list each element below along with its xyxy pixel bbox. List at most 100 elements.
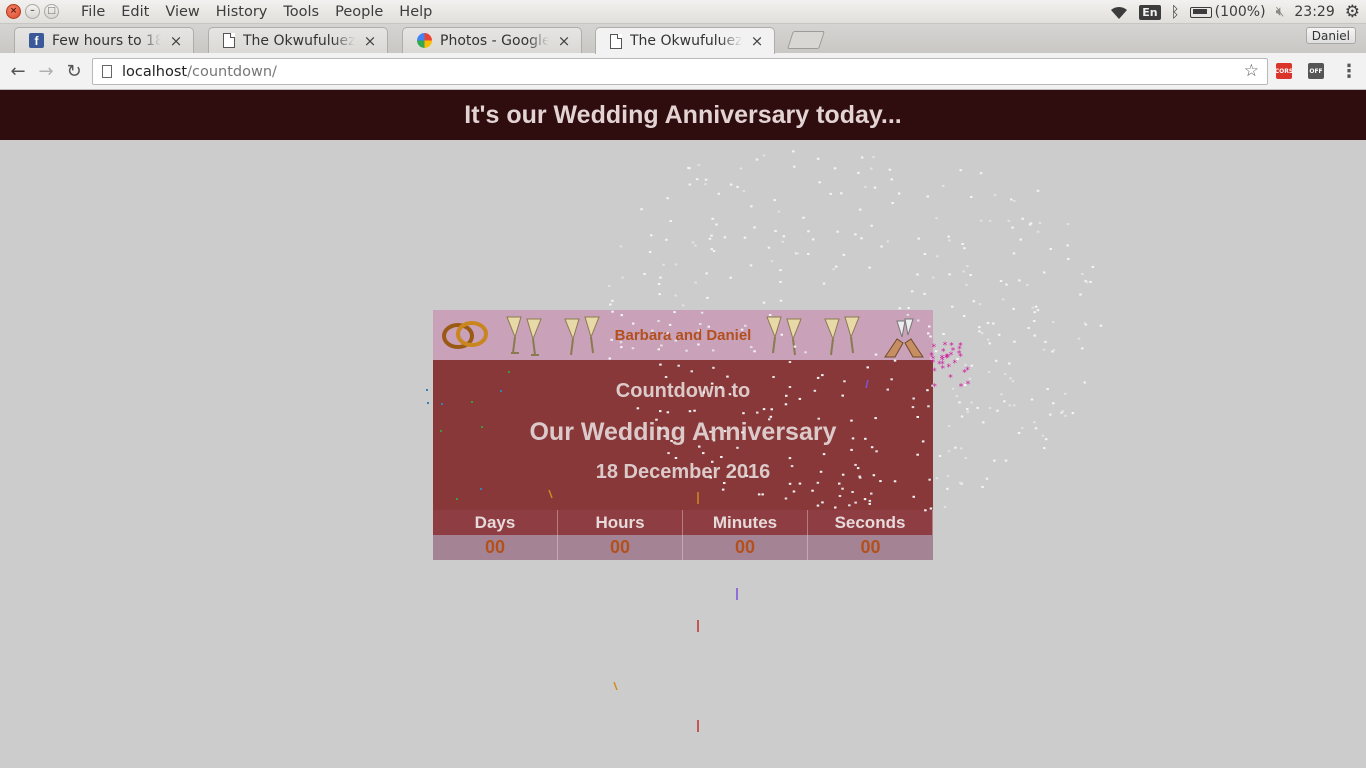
tab-close-icon[interactable]: × (750, 32, 764, 50)
svg-text:*: * (962, 369, 967, 379)
url-path: /countdown/ (187, 63, 277, 80)
minutes-header: Minutes (683, 510, 808, 535)
battery-icon (1189, 6, 1212, 18)
menu-view[interactable]: View (157, 4, 207, 20)
window-maximize-button[interactable]: □ (44, 4, 59, 19)
countdown-table: Days Hours Minutes Seconds 00 00 00 00 (433, 510, 933, 560)
couple-names: Barbara and Daniel (614, 326, 752, 344)
address-bar[interactable]: localhost/countdown/ ☆ (92, 58, 1268, 85)
menu-history[interactable]: History (208, 4, 276, 20)
bluetooth-icon[interactable]: ᛒ (1171, 3, 1180, 21)
svg-text:*: * (940, 356, 945, 366)
countdown-card: Barbara and Daniel Countdown to Our Wedd… (433, 310, 933, 560)
hours-header: Hours (558, 510, 683, 535)
svg-text:*: * (937, 360, 942, 370)
battery-indicator[interactable]: (100%) (1189, 4, 1266, 20)
clock[interactable]: 23:29 (1294, 4, 1334, 20)
svg-text:*: * (940, 354, 945, 364)
tab-title: Photos - Google Photos (440, 32, 549, 49)
facebook-icon: f (29, 33, 44, 48)
page-banner: It's our Wedding Anniversary today... (0, 90, 1366, 140)
bookmark-star-icon[interactable]: ☆ (1244, 61, 1259, 81)
svg-text:*: * (949, 351, 954, 361)
tab-close-icon[interactable]: × (363, 32, 377, 50)
profile-button[interactable]: Daniel (1305, 27, 1356, 44)
svg-text:*: * (941, 365, 946, 375)
menu-people[interactable]: People (327, 4, 391, 20)
forward-arrow-icon[interactable]: → (33, 58, 59, 84)
menu-kebab-icon[interactable]: ⋮ (1340, 61, 1358, 82)
champagne-glasses-icon (506, 316, 542, 356)
svg-text:*: * (965, 366, 970, 376)
keyboard-layout-indicator[interactable]: En (1139, 4, 1161, 20)
os-top-panel: × – □ File Edit View History Tools Peopl… (0, 0, 1366, 24)
days-header: Days (433, 510, 558, 535)
svg-text:*: * (945, 353, 950, 363)
window-minimize-button[interactable]: – (25, 4, 40, 19)
page-icon (610, 33, 622, 49)
card-body: Countdown to Our Wedding Anniversary 18 … (433, 360, 933, 510)
minutes-value: 00 (683, 535, 808, 560)
settings-gear-icon[interactable]: ⚙ (1345, 2, 1360, 22)
champagne-glasses-icon (564, 316, 600, 356)
svg-text:*: * (959, 382, 964, 392)
browser-toolbar: ← → ↻ localhost/countdown/ ☆ CORS OFF ⋮ (0, 53, 1366, 90)
tab-close-icon[interactable]: × (557, 32, 571, 50)
wedding-rings-icon (442, 321, 488, 349)
battery-percent: (100%) (1214, 4, 1266, 20)
tab-title: The Okwufuluezes (243, 32, 355, 49)
toasting-hands-icon (884, 318, 924, 358)
svg-text:*: * (947, 363, 952, 373)
menu-edit[interactable]: Edit (113, 4, 157, 20)
svg-text:*: * (957, 345, 962, 355)
seconds-header: Seconds (808, 510, 933, 535)
svg-text:*: * (953, 359, 958, 369)
app-menu: File Edit View History Tools People Help (73, 4, 440, 20)
svg-text:*: * (957, 350, 962, 360)
svg-text:*: * (966, 380, 971, 390)
svg-text:*: * (941, 347, 946, 357)
hours-value: 00 (558, 535, 683, 560)
url-host: localhost (122, 63, 188, 80)
svg-text:*: * (958, 341, 963, 351)
tab-okwufuluezes-active[interactable]: The Okwufuluezes × (595, 27, 775, 54)
event-date: 18 December 2016 (595, 461, 771, 483)
back-arrow-icon[interactable]: ← (5, 58, 31, 84)
wifi-icon[interactable] (1109, 5, 1129, 20)
tab-strip: f Few hours to 18 December × The Okwuful… (0, 24, 1366, 54)
card-header: Barbara and Daniel (433, 310, 933, 360)
cors-extension-icon[interactable]: CORS (1275, 63, 1293, 79)
event-title: Our Wedding Anniversary (529, 418, 837, 446)
page-content: It's our Wedding Anniversary today... Ba… (0, 90, 1366, 768)
menu-file[interactable]: File (73, 4, 113, 20)
svg-text:*: * (932, 382, 937, 392)
svg-text:*: * (943, 341, 948, 351)
tab-facebook[interactable]: f Few hours to 18 December × (14, 27, 194, 53)
seconds-value: 00 (808, 535, 933, 560)
tab-google-photos[interactable]: Photos - Google Photos × (402, 27, 582, 53)
tab-okwufuluezes-1[interactable]: The Okwufuluezes × (208, 27, 388, 53)
reload-icon[interactable]: ↻ (61, 58, 87, 84)
svg-text:*: * (940, 360, 945, 370)
champagne-glasses-icon (824, 316, 860, 356)
page-info-icon[interactable] (102, 65, 112, 78)
window-controls: × – □ (6, 4, 59, 19)
new-tab-button[interactable] (787, 31, 825, 49)
menu-tools[interactable]: Tools (275, 4, 327, 20)
tab-close-icon[interactable]: × (169, 32, 183, 50)
window-close-button[interactable]: × (6, 4, 21, 19)
svg-text:*: * (948, 374, 953, 384)
menu-help[interactable]: Help (391, 4, 440, 20)
champagne-glasses-icon (766, 316, 802, 356)
svg-text:*: * (958, 353, 963, 363)
tab-title: The Okwufuluezes (630, 33, 742, 49)
page-icon (223, 33, 235, 48)
tab-title: Few hours to 18 December (52, 32, 161, 49)
off-extension-icon[interactable]: OFF (1308, 63, 1324, 79)
svg-text:*: * (946, 354, 951, 364)
svg-text:*: * (944, 354, 949, 364)
google-photos-icon (417, 33, 432, 48)
volume-muted-icon[interactable]: 🔇︎ (1276, 4, 1285, 20)
days-value: 00 (433, 535, 558, 560)
system-tray: En ᛒ (100%) 🔇︎ 23:29 ⚙ (1109, 0, 1360, 24)
